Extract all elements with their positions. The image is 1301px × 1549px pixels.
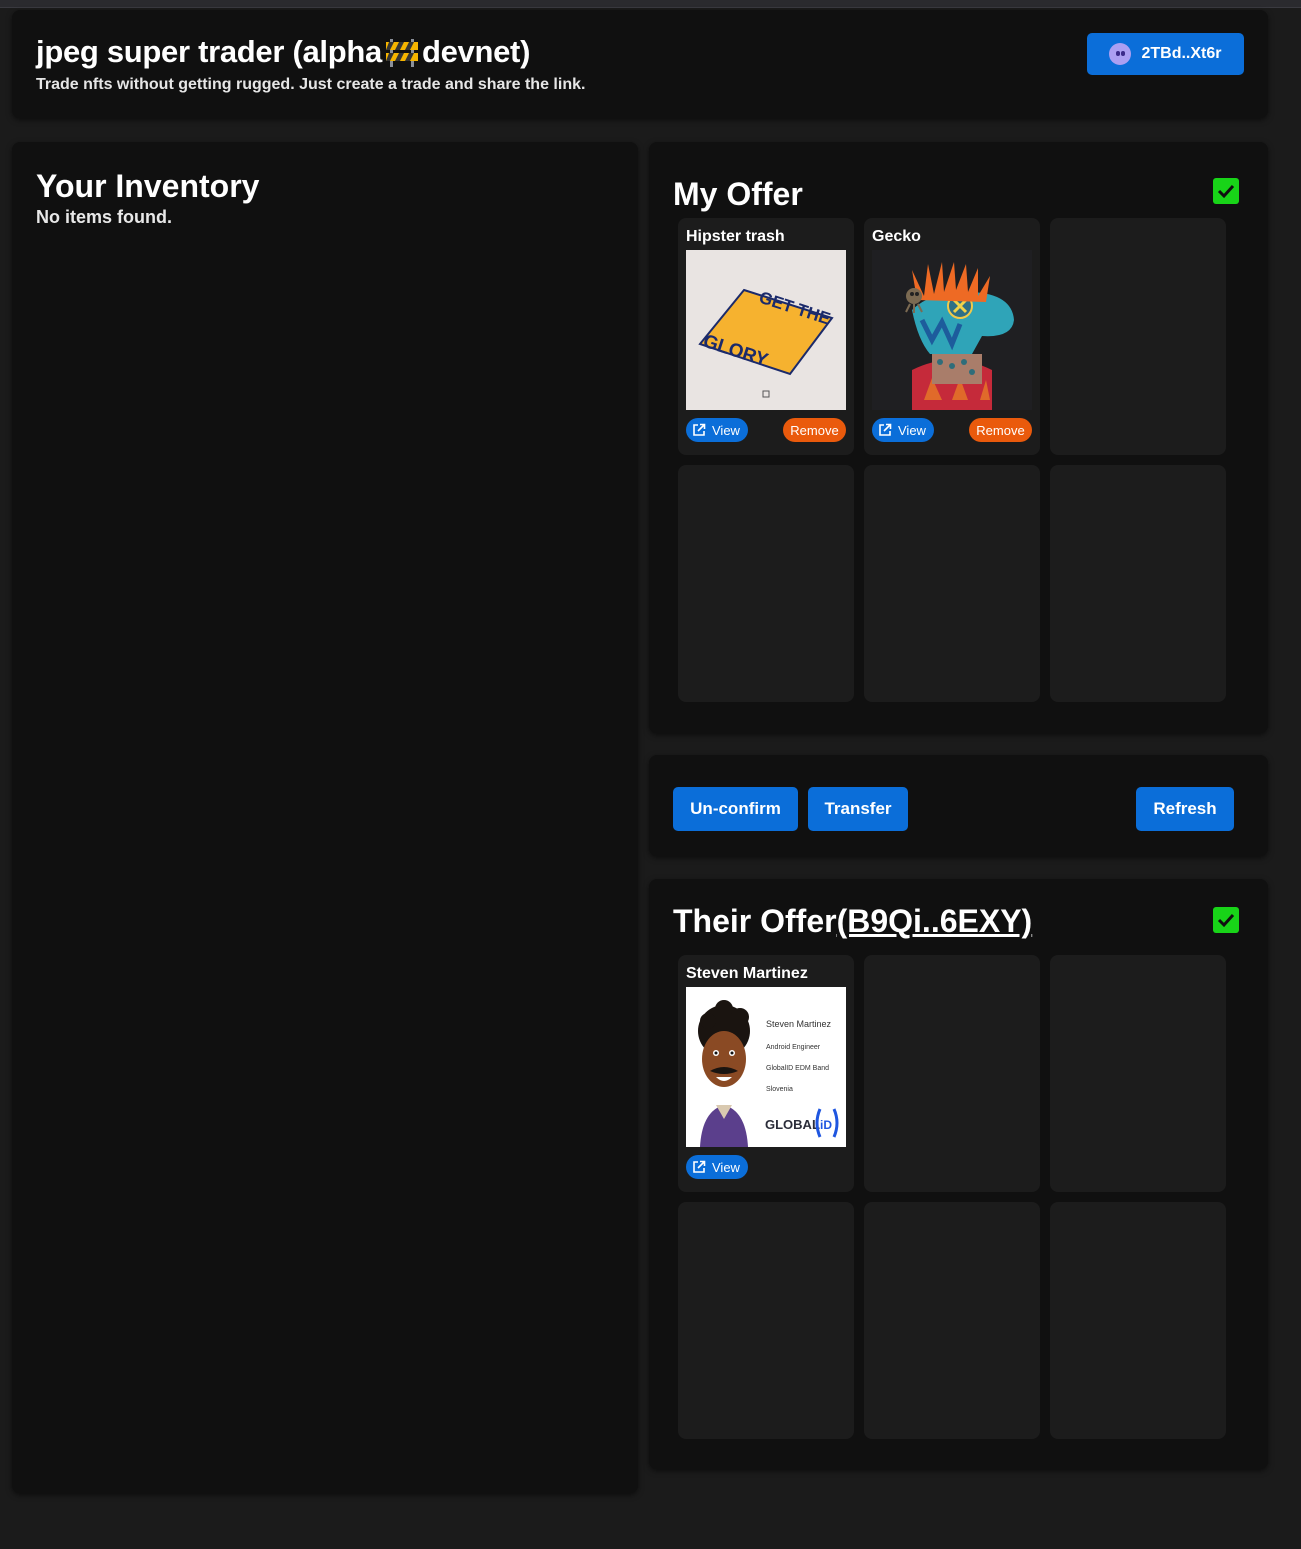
empty-offer-slot [1050, 465, 1226, 702]
their-offer-confirmed-checkbox [1213, 907, 1239, 933]
app-title: jpeg super trader (alpha devnet) [36, 34, 530, 70]
inventory-panel: Your Inventory No items found. [12, 142, 638, 1493]
app-title-prefix: jpeg super trader (alpha [36, 34, 382, 69]
steven-martinez-card-image: Steven Martinez Android Engineer GlobalI… [686, 987, 846, 1147]
browser-top-edge [0, 0, 1301, 8]
empty-offer-slot [678, 1202, 854, 1439]
inventory-empty-message: No items found. [36, 207, 172, 227]
card-logo-text: GLOBAL [765, 1117, 820, 1132]
offer-item-name: Gecko [872, 228, 921, 245]
empty-offer-slot [1050, 955, 1226, 1192]
gecko-image [872, 250, 1032, 410]
unconfirm-button[interactable]: Un-confirm [673, 787, 798, 831]
offer-item-card: Gecko View Remove [864, 218, 1040, 455]
hipster-trash-image: GET THE GLORY [686, 250, 846, 410]
checkmark-icon [1217, 913, 1235, 928]
external-link-icon [693, 423, 706, 436]
counterparty-address-link[interactable]: (B9Qi..6EXY) [837, 903, 1033, 939]
offer-item-card: Hipster trash GET THE GLORY View Remove [678, 218, 854, 455]
empty-offer-slot [1050, 218, 1226, 455]
view-label: View [712, 1159, 740, 1175]
their-offer-grid: Steven Martinez Steven Martinez Android … [678, 955, 1226, 1439]
transfer-button[interactable]: Transfer [808, 787, 908, 831]
external-link-icon [879, 423, 892, 436]
my-offer-confirmed-checkbox[interactable] [1213, 178, 1239, 204]
view-button[interactable]: View [686, 1155, 748, 1179]
offer-item-card: Steven Martinez Steven Martinez Android … [678, 955, 854, 1192]
empty-offer-slot [1050, 1202, 1226, 1439]
phantom-wallet-icon [1109, 43, 1132, 65]
empty-offer-slot [864, 955, 1040, 1192]
wallet-address-label: 2TBd..Xt6r [1141, 45, 1222, 62]
view-label: View [712, 422, 740, 438]
remove-button[interactable]: Remove [783, 418, 846, 442]
barrier-emoji-icon [385, 37, 419, 67]
their-offer-panel: Their Offer(B9Qi..6EXY) Steven Martinez [649, 879, 1268, 1469]
view-button[interactable]: View [872, 418, 934, 442]
checkmark-icon [1217, 184, 1235, 199]
app-title-suffix: devnet) [421, 34, 531, 69]
view-button[interactable]: View [686, 418, 748, 442]
my-offer-title: My Offer [673, 176, 803, 212]
offer-item-name: Hipster trash [686, 228, 785, 245]
trade-actions-panel: Un-confirm Transfer Refresh [649, 755, 1268, 856]
offer-item-name: Steven Martinez [686, 965, 808, 982]
empty-offer-slot [864, 465, 1040, 702]
app-subtitle: Trade nfts without getting rugged. Just … [36, 76, 586, 93]
empty-offer-slot [678, 465, 854, 702]
card-line-band: GlobalID EDM Band [766, 1065, 829, 1072]
card-line-role: Android Engineer [766, 1044, 821, 1051]
my-offer-panel: My Offer Hipster trash GET THE GLORY Vie… [649, 142, 1268, 733]
refresh-button[interactable]: Refresh [1136, 787, 1234, 831]
card-line-name: Steven Martinez [766, 1019, 832, 1029]
remove-button[interactable]: Remove [969, 418, 1032, 442]
inventory-title: Your Inventory [36, 168, 260, 204]
card-line-country: Slovenia [766, 1086, 793, 1093]
wallet-button[interactable]: 2TBd..Xt6r [1087, 33, 1244, 75]
my-offer-grid: Hipster trash GET THE GLORY View Remove … [678, 218, 1226, 702]
view-label: View [898, 422, 926, 438]
their-offer-title: Their Offer(B9Qi..6EXY) [673, 903, 1032, 940]
empty-offer-slot [864, 1202, 1040, 1439]
their-offer-title-text: Their Offer [673, 903, 837, 939]
external-link-icon [693, 1160, 706, 1173]
app-header: jpeg super trader (alpha devnet) Trade n… [12, 10, 1268, 118]
card-logo-id: iD [820, 1118, 832, 1132]
